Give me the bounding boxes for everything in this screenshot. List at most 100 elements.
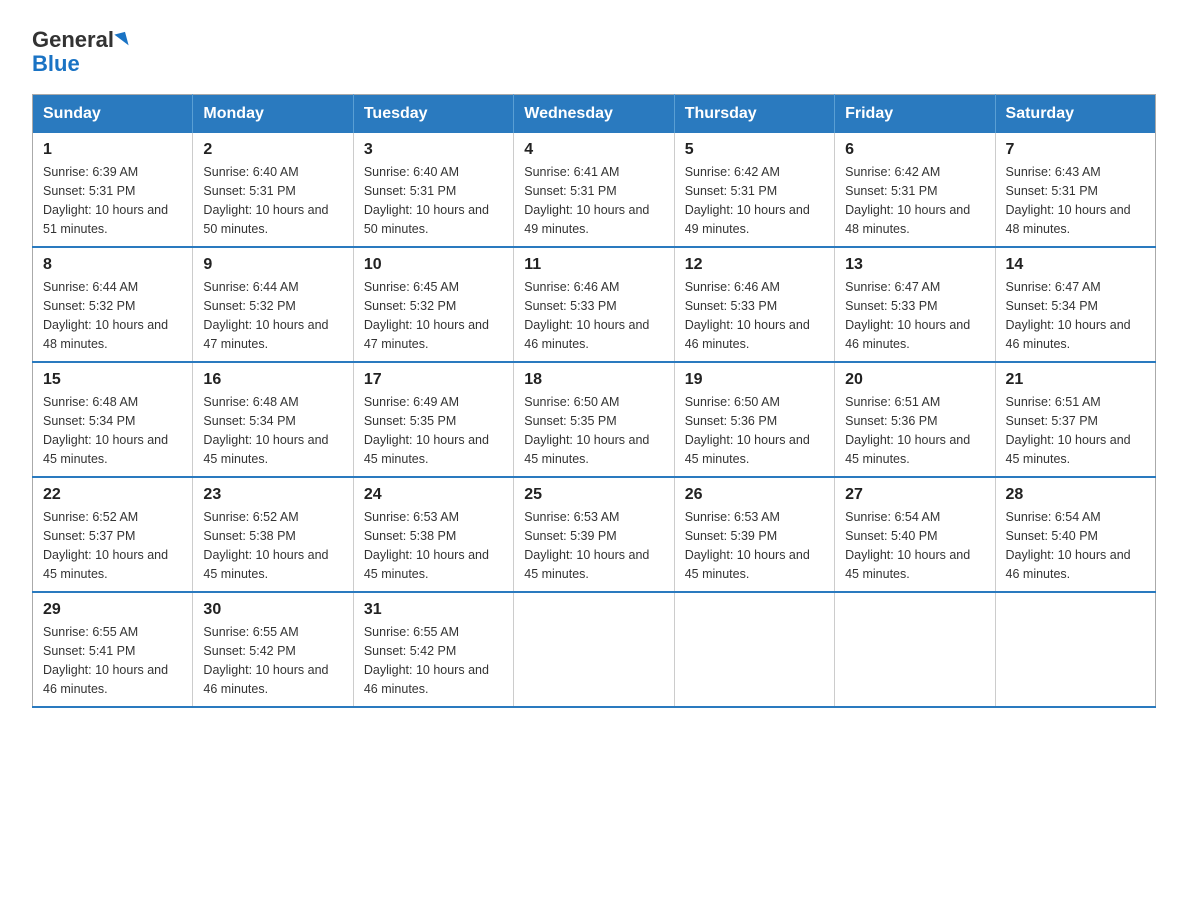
calendar-cell: 1 Sunrise: 6:39 AMSunset: 5:31 PMDayligh… <box>33 133 193 247</box>
calendar-cell: 5 Sunrise: 6:42 AMSunset: 5:31 PMDayligh… <box>674 133 834 247</box>
calendar-cell: 30 Sunrise: 6:55 AMSunset: 5:42 PMDaylig… <box>193 592 353 707</box>
calendar-cell: 7 Sunrise: 6:43 AMSunset: 5:31 PMDayligh… <box>995 133 1155 247</box>
day-info: Sunrise: 6:52 AMSunset: 5:38 PMDaylight:… <box>203 508 342 583</box>
day-number: 1 <box>43 141 182 159</box>
day-info: Sunrise: 6:47 AMSunset: 5:33 PMDaylight:… <box>845 278 984 353</box>
calendar-cell: 17 Sunrise: 6:49 AMSunset: 5:35 PMDaylig… <box>353 362 513 477</box>
header-row: SundayMondayTuesdayWednesdayThursdayFrid… <box>33 95 1156 134</box>
day-number: 12 <box>685 256 824 274</box>
day-info: Sunrise: 6:54 AMSunset: 5:40 PMDaylight:… <box>845 508 984 583</box>
day-number: 8 <box>43 256 182 274</box>
calendar-cell: 14 Sunrise: 6:47 AMSunset: 5:34 PMDaylig… <box>995 247 1155 362</box>
calendar-cell: 10 Sunrise: 6:45 AMSunset: 5:32 PMDaylig… <box>353 247 513 362</box>
day-info: Sunrise: 6:45 AMSunset: 5:32 PMDaylight:… <box>364 278 503 353</box>
calendar-cell: 21 Sunrise: 6:51 AMSunset: 5:37 PMDaylig… <box>995 362 1155 477</box>
header-day-wednesday: Wednesday <box>514 95 674 134</box>
day-info: Sunrise: 6:52 AMSunset: 5:37 PMDaylight:… <box>43 508 182 583</box>
day-number: 25 <box>524 486 663 504</box>
logo-arrow-icon <box>114 32 128 48</box>
day-number: 3 <box>364 141 503 159</box>
day-info: Sunrise: 6:40 AMSunset: 5:31 PMDaylight:… <box>364 163 503 238</box>
calendar-cell: 12 Sunrise: 6:46 AMSunset: 5:33 PMDaylig… <box>674 247 834 362</box>
calendar-cell: 31 Sunrise: 6:55 AMSunset: 5:42 PMDaylig… <box>353 592 513 707</box>
calendar-week-3: 15 Sunrise: 6:48 AMSunset: 5:34 PMDaylig… <box>33 362 1156 477</box>
day-info: Sunrise: 6:55 AMSunset: 5:42 PMDaylight:… <box>203 623 342 698</box>
day-number: 5 <box>685 141 824 159</box>
header-day-monday: Monday <box>193 95 353 134</box>
calendar-cell: 29 Sunrise: 6:55 AMSunset: 5:41 PMDaylig… <box>33 592 193 707</box>
calendar-body: 1 Sunrise: 6:39 AMSunset: 5:31 PMDayligh… <box>33 133 1156 707</box>
calendar-cell: 19 Sunrise: 6:50 AMSunset: 5:36 PMDaylig… <box>674 362 834 477</box>
calendar-cell <box>514 592 674 707</box>
day-info: Sunrise: 6:44 AMSunset: 5:32 PMDaylight:… <box>43 278 182 353</box>
header-day-tuesday: Tuesday <box>353 95 513 134</box>
calendar-cell <box>674 592 834 707</box>
day-number: 7 <box>1006 141 1145 159</box>
day-info: Sunrise: 6:46 AMSunset: 5:33 PMDaylight:… <box>524 278 663 353</box>
day-number: 30 <box>203 601 342 619</box>
calendar-week-1: 1 Sunrise: 6:39 AMSunset: 5:31 PMDayligh… <box>33 133 1156 247</box>
day-number: 14 <box>1006 256 1145 274</box>
header-day-sunday: Sunday <box>33 95 193 134</box>
calendar-cell: 26 Sunrise: 6:53 AMSunset: 5:39 PMDaylig… <box>674 477 834 592</box>
calendar-table: SundayMondayTuesdayWednesdayThursdayFrid… <box>32 94 1156 708</box>
calendar-cell: 2 Sunrise: 6:40 AMSunset: 5:31 PMDayligh… <box>193 133 353 247</box>
day-number: 21 <box>1006 371 1145 389</box>
day-info: Sunrise: 6:48 AMSunset: 5:34 PMDaylight:… <box>43 393 182 468</box>
calendar-cell: 20 Sunrise: 6:51 AMSunset: 5:36 PMDaylig… <box>835 362 995 477</box>
calendar-cell: 15 Sunrise: 6:48 AMSunset: 5:34 PMDaylig… <box>33 362 193 477</box>
day-number: 26 <box>685 486 824 504</box>
header-day-friday: Friday <box>835 95 995 134</box>
calendar-cell: 22 Sunrise: 6:52 AMSunset: 5:37 PMDaylig… <box>33 477 193 592</box>
calendar-cell: 18 Sunrise: 6:50 AMSunset: 5:35 PMDaylig… <box>514 362 674 477</box>
day-info: Sunrise: 6:49 AMSunset: 5:35 PMDaylight:… <box>364 393 503 468</box>
day-info: Sunrise: 6:53 AMSunset: 5:39 PMDaylight:… <box>685 508 824 583</box>
header-day-thursday: Thursday <box>674 95 834 134</box>
day-number: 19 <box>685 371 824 389</box>
calendar-cell <box>835 592 995 707</box>
calendar-cell: 3 Sunrise: 6:40 AMSunset: 5:31 PMDayligh… <box>353 133 513 247</box>
day-info: Sunrise: 6:51 AMSunset: 5:37 PMDaylight:… <box>1006 393 1145 468</box>
day-number: 23 <box>203 486 342 504</box>
day-info: Sunrise: 6:53 AMSunset: 5:38 PMDaylight:… <box>364 508 503 583</box>
logo-blue-text: Blue <box>32 52 80 76</box>
day-info: Sunrise: 6:47 AMSunset: 5:34 PMDaylight:… <box>1006 278 1145 353</box>
day-number: 29 <box>43 601 182 619</box>
day-number: 22 <box>43 486 182 504</box>
day-info: Sunrise: 6:40 AMSunset: 5:31 PMDaylight:… <box>203 163 342 238</box>
logo: General Blue <box>32 28 127 76</box>
calendar-cell: 6 Sunrise: 6:42 AMSunset: 5:31 PMDayligh… <box>835 133 995 247</box>
day-number: 20 <box>845 371 984 389</box>
day-number: 9 <box>203 256 342 274</box>
day-number: 17 <box>364 371 503 389</box>
calendar-week-2: 8 Sunrise: 6:44 AMSunset: 5:32 PMDayligh… <box>33 247 1156 362</box>
calendar-header: SundayMondayTuesdayWednesdayThursdayFrid… <box>33 95 1156 134</box>
day-number: 4 <box>524 141 663 159</box>
calendar-cell: 27 Sunrise: 6:54 AMSunset: 5:40 PMDaylig… <box>835 477 995 592</box>
day-info: Sunrise: 6:50 AMSunset: 5:35 PMDaylight:… <box>524 393 663 468</box>
day-number: 24 <box>364 486 503 504</box>
day-number: 28 <box>1006 486 1145 504</box>
day-number: 15 <box>43 371 182 389</box>
day-info: Sunrise: 6:50 AMSunset: 5:36 PMDaylight:… <box>685 393 824 468</box>
page-header: General Blue <box>32 24 1156 76</box>
calendar-cell: 24 Sunrise: 6:53 AMSunset: 5:38 PMDaylig… <box>353 477 513 592</box>
calendar-week-4: 22 Sunrise: 6:52 AMSunset: 5:37 PMDaylig… <box>33 477 1156 592</box>
header-day-saturday: Saturday <box>995 95 1155 134</box>
calendar-cell: 9 Sunrise: 6:44 AMSunset: 5:32 PMDayligh… <box>193 247 353 362</box>
calendar-cell: 23 Sunrise: 6:52 AMSunset: 5:38 PMDaylig… <box>193 477 353 592</box>
day-number: 18 <box>524 371 663 389</box>
calendar-cell: 8 Sunrise: 6:44 AMSunset: 5:32 PMDayligh… <box>33 247 193 362</box>
day-number: 13 <box>845 256 984 274</box>
day-info: Sunrise: 6:43 AMSunset: 5:31 PMDaylight:… <box>1006 163 1145 238</box>
day-number: 10 <box>364 256 503 274</box>
day-number: 27 <box>845 486 984 504</box>
calendar-cell: 13 Sunrise: 6:47 AMSunset: 5:33 PMDaylig… <box>835 247 995 362</box>
day-number: 2 <box>203 141 342 159</box>
day-info: Sunrise: 6:55 AMSunset: 5:42 PMDaylight:… <box>364 623 503 698</box>
day-info: Sunrise: 6:51 AMSunset: 5:36 PMDaylight:… <box>845 393 984 468</box>
logo-general-text: General <box>32 28 114 52</box>
day-number: 11 <box>524 256 663 274</box>
day-info: Sunrise: 6:54 AMSunset: 5:40 PMDaylight:… <box>1006 508 1145 583</box>
calendar-cell: 4 Sunrise: 6:41 AMSunset: 5:31 PMDayligh… <box>514 133 674 247</box>
